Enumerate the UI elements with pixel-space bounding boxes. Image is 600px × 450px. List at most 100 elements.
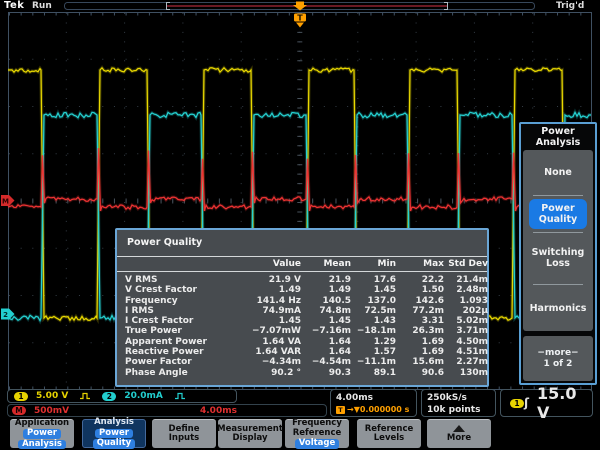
ch2-marker-label: 2 <box>3 311 8 319</box>
table-row: Reactive Power1.64 VAR1.641.571.694.51m <box>125 347 487 357</box>
button-label: Power <box>95 429 133 439</box>
button-label: Power <box>23 429 61 439</box>
horizontal-readout: 4.00ms T →▼0.000000 s <box>330 389 417 417</box>
menu-item-none[interactable]: None <box>523 150 593 195</box>
measurement-name: I Crest Factor <box>125 316 229 326</box>
measurement-name: Frequency <box>125 296 229 306</box>
button-label: Reference <box>291 429 344 439</box>
measurement-value: 141.4 Hz <box>229 296 301 306</box>
measurement-value: 5.02m <box>444 316 488 326</box>
menu-button-reference-levels[interactable]: ReferenceLevels <box>357 419 421 448</box>
measurement-value: 89.1 <box>351 368 396 378</box>
measurement-value: 1.45 <box>301 316 351 326</box>
measurement-value: 1.64 VAR <box>229 347 301 357</box>
measurement-value: 21.9 V <box>229 275 301 285</box>
measurement-value: 17.6 <box>351 275 396 285</box>
table-header: ValueMeanMinMaxStd Dev <box>117 256 487 272</box>
acquisition-status: Run <box>32 1 52 11</box>
measurement-name: Reactive Power <box>125 347 229 357</box>
menu-button-application[interactable]: ApplicationPowerAnalysis <box>10 419 74 448</box>
math-marker-label: M <box>2 198 9 206</box>
measurement-value: 1.29 <box>351 337 396 347</box>
measurement-value: −7.07mW <box>229 326 301 336</box>
math-scale: 500mV <box>34 406 69 416</box>
measurement-value: 1.64 <box>301 337 351 347</box>
tek-logo: Tek <box>4 0 24 11</box>
table-row: V RMS21.9 V21.917.622.221.4m <box>125 275 487 285</box>
measurement-value: 1.64 <box>301 347 351 357</box>
measurement-value: 142.6 <box>396 296 444 306</box>
column-header: Value <box>229 259 301 269</box>
menu-item-harmonics[interactable]: Harmonics <box>523 285 593 331</box>
measurement-name: V Crest Factor <box>125 285 229 295</box>
measurement-value: 72.5m <box>351 306 396 316</box>
measurement-value: 140.5 <box>301 296 351 306</box>
column-header: Min <box>351 259 396 269</box>
ch1-badge: 1 <box>14 392 28 401</box>
menu-items: None Power QualitySwitching LossHarmonics <box>523 150 593 331</box>
measurement-name: I RMS <box>125 306 229 316</box>
measurement-name: Phase Angle <box>125 368 229 378</box>
measurement-value: 1.45 <box>351 285 396 295</box>
trigger-status: Trig'd <box>556 1 584 11</box>
measurement-value: 130m <box>444 368 488 378</box>
measurement-value: 1.57 <box>351 347 396 357</box>
menu-more-button[interactable]: −more− 1 of 2 <box>523 336 593 381</box>
measurement-name: Power Factor <box>125 357 229 367</box>
column-header: Mean <box>301 259 351 269</box>
more-label: −more− <box>537 348 578 359</box>
table-row: Apparent Power1.64 VA1.641.291.694.50m <box>125 337 487 347</box>
menu-button-define-inputs[interactable]: DefineInputs <box>152 419 216 448</box>
trigger-source-badge: 1 <box>510 399 524 408</box>
measurement-value: 1.45 <box>229 316 301 326</box>
horizontal-scale: 4.00ms <box>336 392 411 404</box>
menu-button-more[interactable]: More <box>427 419 491 448</box>
menu-item-power-quality[interactable]: Power Quality <box>529 199 587 229</box>
menu-separator <box>533 195 583 196</box>
menu-item-switching-loss[interactable]: Switching Loss <box>523 232 593 284</box>
measurement-value: 1.43 <box>351 316 396 326</box>
measurement-value: 26.3m <box>396 326 444 336</box>
measurement-value: 1.49 <box>301 285 351 295</box>
measurement-value: −7.16m <box>301 326 351 336</box>
ch1-scale: 5.00 V <box>36 391 68 401</box>
button-label: Inputs <box>167 434 201 444</box>
measurement-value: 90.2 ° <box>229 368 301 378</box>
rising-edge-icon: ʃ <box>524 398 529 408</box>
menu-button-measurement-display[interactable]: MeasurementDisplay <box>218 419 282 448</box>
button-label: Quality <box>93 439 135 449</box>
button-label: Display <box>230 434 269 444</box>
measurement-value: 74.8m <box>301 306 351 316</box>
trigger-arrow-icon <box>296 23 304 28</box>
more-page: 1 of 2 <box>544 359 573 370</box>
trigger-t-icon: T <box>336 406 345 414</box>
record-length: 10k points <box>427 404 490 416</box>
measurement-value: 2.27m <box>444 357 488 367</box>
button-label: Analysis <box>18 440 66 450</box>
menu-button-analysis[interactable]: AnalysisPowerQuality <box>82 419 146 448</box>
measurement-value: 90.6 <box>396 368 444 378</box>
up-arrow-icon <box>453 425 465 432</box>
ch2-badge: 2 <box>102 392 116 401</box>
measurement-value: 21.9 <box>301 275 351 285</box>
table-row: I Crest Factor1.451.451.433.315.02m <box>125 316 487 326</box>
measurement-value: 1.49 <box>229 285 301 295</box>
acquisition-readout: 250kS/s 10k points <box>421 389 496 417</box>
measurement-value: 4.50m <box>444 337 488 347</box>
measurement-name: Apparent Power <box>125 337 229 347</box>
power-quality-table: Power Quality ValueMeanMinMaxStd Dev V R… <box>115 228 489 387</box>
table-row: Power Factor−4.34m−4.54m−11.1m15.6m2.27m <box>125 357 487 367</box>
table-row: V Crest Factor1.491.491.451.502.48m <box>125 285 487 295</box>
math-badge: M <box>12 406 26 415</box>
measurement-value: 137.0 <box>351 296 396 306</box>
table-row: True Power−7.07mW−7.16m−18.1m26.3m3.71m <box>125 326 487 336</box>
ch2-scale: 20.0mA <box>124 391 163 401</box>
measurement-value: −18.1m <box>351 326 396 336</box>
math-trace-glow <box>8 148 591 211</box>
measurement-value: 15.6m <box>396 357 444 367</box>
measurement-value: 77.2m <box>396 306 444 316</box>
button-label: More <box>445 434 473 444</box>
channel-readouts: 1 5.00 V 2 20.0mA <box>7 389 237 403</box>
measurement-value: 202µ <box>444 306 488 316</box>
menu-button-frequency-reference[interactable]: FrequencyReferenceVoltage <box>285 419 349 448</box>
